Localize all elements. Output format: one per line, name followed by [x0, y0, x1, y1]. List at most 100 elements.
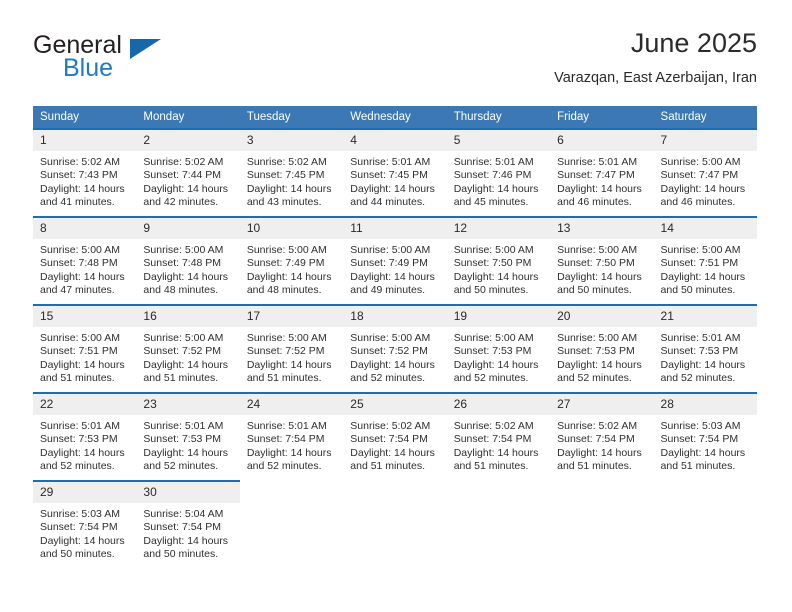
day-number: 28: [653, 394, 757, 415]
day-details: Sunrise: 5:00 AM Sunset: 7:50 PM Dayligh…: [447, 239, 550, 298]
day-cell[interactable]: 8 Sunrise: 5:00 AM Sunset: 7:48 PM Dayli…: [33, 216, 137, 305]
day-number: 19: [446, 306, 551, 327]
weekday-header-row: Sunday Monday Tuesday Wednesday Thursday…: [33, 106, 757, 129]
day-details: Sunrise: 5:00 AM Sunset: 7:52 PM Dayligh…: [240, 327, 343, 386]
day-cell[interactable]: 13 Sunrise: 5:00 AM Sunset: 7:50 PM Dayl…: [550, 216, 654, 305]
day-cell[interactable]: 26 Sunrise: 5:02 AM Sunset: 7:54 PM Dayl…: [446, 392, 551, 481]
day-number: 2: [136, 130, 240, 151]
sunset-text: Sunset: 7:51 PM: [660, 257, 739, 270]
day-details: [447, 503, 550, 508]
sunrise-text: Sunrise: 5:00 AM: [557, 244, 638, 256]
day-details: Sunrise: 5:00 AM Sunset: 7:52 PM Dayligh…: [343, 327, 446, 386]
daylight-text-line2: and 52 minutes.: [350, 372, 425, 385]
day-cell[interactable]: 16 Sunrise: 5:00 AM Sunset: 7:52 PM Dayl…: [136, 304, 240, 393]
day-details: Sunrise: 5:00 AM Sunset: 7:53 PM Dayligh…: [550, 327, 653, 386]
sunrise-text: Sunrise: 5:04 AM: [143, 508, 224, 520]
sunset-text: Sunset: 7:52 PM: [246, 345, 325, 358]
daylight-text-line1: Daylight: 14 hours: [660, 446, 746, 459]
day-cell[interactable]: 18 Sunrise: 5:00 AM Sunset: 7:52 PM Dayl…: [343, 304, 447, 393]
day-number: [446, 482, 551, 503]
day-cell[interactable]: 29 Sunrise: 5:03 AM Sunset: 7:54 PM Dayl…: [33, 480, 137, 568]
calendar-page: General Blue June 2025 Varazqan, East Az…: [0, 0, 792, 612]
day-cell[interactable]: 2 Sunrise: 5:02 AM Sunset: 7:44 PM Dayli…: [136, 128, 240, 217]
sunset-text: Sunset: 7:44 PM: [143, 169, 222, 182]
day-cell[interactable]: 1 Sunrise: 5:02 AM Sunset: 7:43 PM Dayli…: [33, 128, 137, 217]
sunset-text: Sunset: 7:53 PM: [557, 345, 635, 358]
page-subtitle: Varazqan, East Azerbaijan, Iran: [554, 70, 757, 86]
daylight-text-line2: and 41 minutes.: [40, 196, 115, 209]
daylight-text-line2: and 51 minutes.: [246, 372, 322, 385]
day-cell[interactable]: 24 Sunrise: 5:01 AM Sunset: 7:54 PM Dayl…: [239, 392, 344, 481]
calendar-header-row-group: Sunday Monday Tuesday Wednesday Thursday…: [33, 106, 757, 129]
day-cell-empty: [653, 480, 757, 568]
day-cell[interactable]: 9 Sunrise: 5:00 AM Sunset: 7:48 PM Dayli…: [136, 216, 240, 305]
daylight-text-line2: and 46 minutes.: [660, 196, 736, 209]
day-cell[interactable]: 30 Sunrise: 5:04 AM Sunset: 7:54 PM Dayl…: [136, 480, 240, 568]
day-cell[interactable]: 4 Sunrise: 5:01 AM Sunset: 7:45 PM Dayli…: [343, 128, 447, 217]
day-cell[interactable]: 17 Sunrise: 5:00 AM Sunset: 7:52 PM Dayl…: [239, 304, 344, 393]
sunset-text: Sunset: 7:54 PM: [557, 433, 635, 446]
sunset-text: Sunset: 7:53 PM: [453, 345, 532, 358]
calendar-table: Sunday Monday Tuesday Wednesday Thursday…: [33, 106, 757, 568]
daylight-text-line2: and 46 minutes.: [557, 196, 632, 209]
sunset-text: Sunset: 7:49 PM: [246, 257, 325, 270]
day-cell[interactable]: 7 Sunrise: 5:00 AM Sunset: 7:47 PM Dayli…: [653, 128, 757, 217]
daylight-text-line2: and 52 minutes.: [660, 372, 736, 385]
daylight-text-line2: and 50 minutes.: [143, 548, 219, 561]
sunrise-text: Sunrise: 5:00 AM: [246, 244, 327, 256]
day-cell[interactable]: 12 Sunrise: 5:00 AM Sunset: 7:50 PM Dayl…: [446, 216, 551, 305]
day-cell[interactable]: 5 Sunrise: 5:01 AM Sunset: 7:46 PM Dayli…: [446, 128, 551, 217]
day-cell[interactable]: 19 Sunrise: 5:00 AM Sunset: 7:53 PM Dayl…: [446, 304, 551, 393]
day-cell[interactable]: 25 Sunrise: 5:02 AM Sunset: 7:54 PM Dayl…: [343, 392, 447, 481]
day-cell[interactable]: 22 Sunrise: 5:01 AM Sunset: 7:53 PM Dayl…: [33, 392, 137, 481]
day-cell[interactable]: 28 Sunrise: 5:03 AM Sunset: 7:54 PM Dayl…: [653, 392, 757, 481]
day-number: 25: [343, 394, 447, 415]
day-details: Sunrise: 5:02 AM Sunset: 7:43 PM Dayligh…: [33, 151, 136, 210]
day-cell[interactable]: 14 Sunrise: 5:00 AM Sunset: 7:51 PM Dayl…: [653, 216, 757, 305]
daylight-text-line1: Daylight: 14 hours: [246, 182, 332, 195]
sunset-text: Sunset: 7:49 PM: [350, 257, 428, 270]
day-details: Sunrise: 5:01 AM Sunset: 7:46 PM Dayligh…: [447, 151, 550, 210]
day-cell[interactable]: 23 Sunrise: 5:01 AM Sunset: 7:53 PM Dayl…: [136, 392, 240, 481]
day-cell[interactable]: 11 Sunrise: 5:00 AM Sunset: 7:49 PM Dayl…: [343, 216, 447, 305]
day-number: 6: [550, 130, 654, 151]
sunrise-text: Sunrise: 5:00 AM: [660, 244, 741, 256]
sunrise-text: Sunrise: 5:02 AM: [246, 156, 327, 168]
daylight-text-line1: Daylight: 14 hours: [350, 358, 435, 371]
daylight-text-line1: Daylight: 14 hours: [350, 446, 435, 459]
day-cell[interactable]: 20 Sunrise: 5:00 AM Sunset: 7:53 PM Dayl…: [550, 304, 654, 393]
day-cell[interactable]: 27 Sunrise: 5:02 AM Sunset: 7:54 PM Dayl…: [550, 392, 654, 481]
daylight-text-line1: Daylight: 14 hours: [350, 182, 435, 195]
sunrise-text: Sunrise: 5:00 AM: [660, 156, 741, 168]
day-details: Sunrise: 5:01 AM Sunset: 7:45 PM Dayligh…: [343, 151, 446, 210]
day-cell[interactable]: 3 Sunrise: 5:02 AM Sunset: 7:45 PM Dayli…: [239, 128, 344, 217]
daylight-text-line2: and 49 minutes.: [350, 284, 425, 297]
sunrise-text: Sunrise: 5:03 AM: [40, 508, 120, 520]
day-cell[interactable]: 21 Sunrise: 5:01 AM Sunset: 7:53 PM Dayl…: [653, 304, 757, 393]
day-number: 30: [136, 482, 240, 503]
weekday-header-saturday: Saturday: [653, 106, 757, 129]
day-cell[interactable]: 6 Sunrise: 5:01 AM Sunset: 7:47 PM Dayli…: [550, 128, 654, 217]
daylight-text-line1: Daylight: 14 hours: [40, 182, 125, 195]
day-cell-empty: [343, 480, 447, 568]
day-details: Sunrise: 5:01 AM Sunset: 7:53 PM Dayligh…: [654, 327, 757, 386]
daylight-text-line2: and 44 minutes.: [350, 196, 425, 209]
day-number: 17: [239, 306, 344, 327]
daylight-text-line1: Daylight: 14 hours: [246, 446, 332, 459]
sunset-text: Sunset: 7:53 PM: [660, 345, 739, 358]
daylight-text-line1: Daylight: 14 hours: [557, 358, 642, 371]
sunset-text: Sunset: 7:54 PM: [453, 433, 532, 446]
sunset-text: Sunset: 7:50 PM: [557, 257, 635, 270]
day-cell[interactable]: 10 Sunrise: 5:00 AM Sunset: 7:49 PM Dayl…: [239, 216, 344, 305]
day-details: Sunrise: 5:02 AM Sunset: 7:45 PM Dayligh…: [240, 151, 343, 210]
day-number: 29: [33, 482, 137, 503]
weekday-header-sunday: Sunday: [33, 106, 137, 129]
weekday-header-thursday: Thursday: [446, 106, 551, 129]
day-cell[interactable]: 15 Sunrise: 5:00 AM Sunset: 7:51 PM Dayl…: [33, 304, 137, 393]
day-number: 13: [550, 218, 654, 239]
sunrise-text: Sunrise: 5:00 AM: [40, 244, 120, 256]
day-cell-empty: [550, 480, 654, 568]
weekday-header-friday: Friday: [550, 106, 654, 129]
day-details: Sunrise: 5:00 AM Sunset: 7:53 PM Dayligh…: [447, 327, 550, 386]
sunset-text: Sunset: 7:45 PM: [350, 169, 428, 182]
